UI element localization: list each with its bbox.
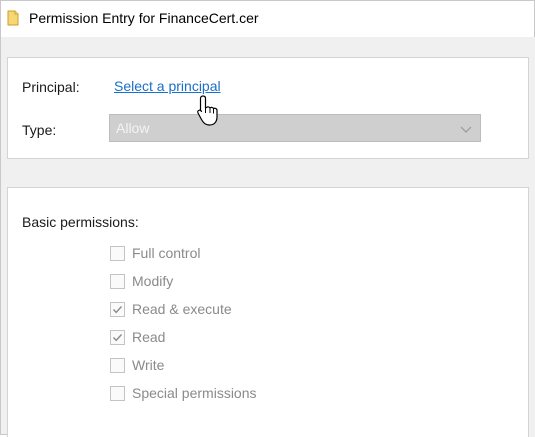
type-selected-value: Allow xyxy=(116,120,150,136)
check-icon xyxy=(112,305,123,313)
permission-full-control[interactable]: Full control xyxy=(110,244,200,262)
principal-section: Principal: Select a principal Type: Allo… xyxy=(7,57,529,159)
checkbox[interactable] xyxy=(110,357,125,373)
file-icon xyxy=(7,10,19,26)
permission-label: Full control xyxy=(132,245,201,261)
checkbox[interactable] xyxy=(110,385,125,401)
permission-label: Write xyxy=(132,357,165,373)
type-label: Type: xyxy=(22,122,57,138)
permission-label: Special permissions xyxy=(132,385,257,401)
permission-modify[interactable]: Modify xyxy=(110,272,173,290)
permission-special[interactable]: Special permissions xyxy=(110,384,257,402)
permission-label: Read & execute xyxy=(132,301,232,317)
basic-permissions-heading: Basic permissions: xyxy=(22,214,139,230)
permission-label: Modify xyxy=(132,273,174,289)
checkbox[interactable] xyxy=(110,273,125,289)
select-principal-link[interactable]: Select a principal xyxy=(114,78,221,94)
permission-read[interactable]: Read xyxy=(110,328,165,346)
permission-read-execute[interactable]: Read & execute xyxy=(110,300,232,318)
window-edge xyxy=(529,37,535,437)
type-dropdown[interactable]: Allow xyxy=(109,114,481,142)
permission-entry-window: Permission Entry for FinanceCert.cer Pri… xyxy=(0,0,535,437)
title-bar: Permission Entry for FinanceCert.cer xyxy=(1,1,534,37)
permission-write[interactable]: Write xyxy=(110,356,164,374)
hand-cursor-icon xyxy=(195,94,223,128)
checkbox[interactable] xyxy=(110,245,125,261)
window-title: Permission Entry for FinanceCert.cer xyxy=(29,10,259,26)
checkbox[interactable] xyxy=(110,329,125,345)
checkbox[interactable] xyxy=(110,301,125,317)
permission-label: Read xyxy=(132,329,166,345)
chevron-down-icon xyxy=(460,122,472,134)
basic-permissions-section: Basic permissions: Full control Modify R… xyxy=(7,187,529,437)
principal-label: Principal: xyxy=(22,79,80,95)
check-icon xyxy=(112,333,123,341)
